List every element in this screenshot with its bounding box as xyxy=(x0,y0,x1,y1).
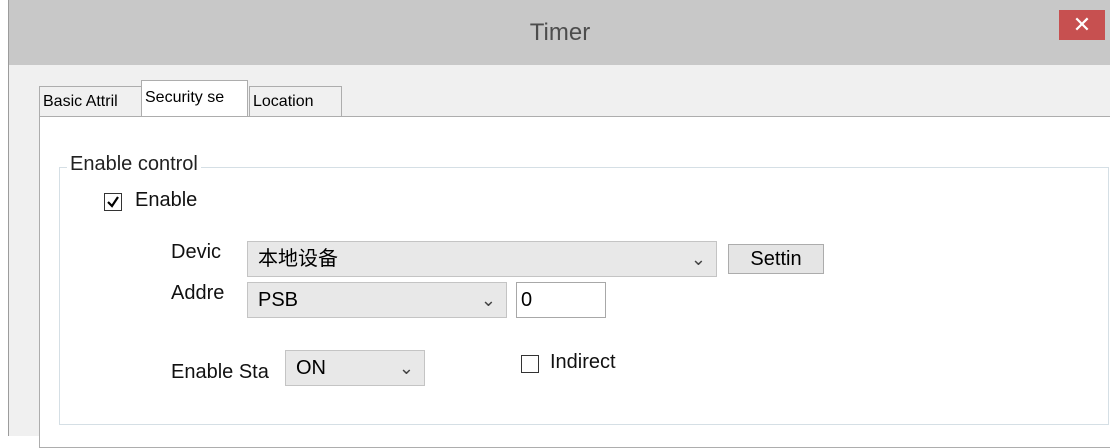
tab-basic-attributes[interactable]: Basic Attril xyxy=(39,86,143,116)
device-select-value: 本地设备 xyxy=(258,248,338,270)
tab-location[interactable]: Location xyxy=(249,86,342,116)
enable-state-label: Enable Sta xyxy=(171,361,269,383)
group-title: Enable control xyxy=(67,153,201,176)
title-bar[interactable]: Timer ✕ xyxy=(9,0,1110,65)
close-icon: ✕ xyxy=(1072,12,1092,37)
indirect-label: Indirect xyxy=(550,351,616,373)
chevron-down-icon: ⌄ xyxy=(480,290,496,310)
chevron-down-icon: ⌄ xyxy=(398,358,414,378)
address-label: Addre xyxy=(171,282,225,304)
enable-label: Enable xyxy=(135,189,198,211)
enable-state-value: ON xyxy=(296,357,326,379)
tab-label: Security se xyxy=(145,89,225,106)
security-settings-panel: Enable control Enable Devic 本地设备 ⌄ Setti… xyxy=(39,116,1110,448)
tab-label: Basic Attril xyxy=(43,93,118,110)
device-select[interactable]: 本地设备 ⌄ xyxy=(247,241,717,277)
chevron-down-icon: ⌄ xyxy=(690,249,706,269)
indirect-checkbox[interactable] xyxy=(521,355,539,373)
address-number-input[interactable]: 0 xyxy=(516,282,606,318)
checkmark-icon xyxy=(107,196,119,208)
device-label: Devic xyxy=(171,241,222,263)
enable-state-select[interactable]: ON ⌄ xyxy=(285,350,425,386)
timer-dialog: Timer ✕ Basic Attril Security se Locatio… xyxy=(8,0,1110,448)
close-button[interactable]: ✕ xyxy=(1059,10,1105,40)
dialog-title: Timer xyxy=(529,19,591,46)
tab-label: Location xyxy=(253,93,314,110)
address-type-value: PSB xyxy=(258,289,299,311)
address-type-select[interactable]: PSB ⌄ xyxy=(247,282,507,318)
tab-security-settings[interactable]: Security se xyxy=(141,80,248,116)
enable-checkbox[interactable] xyxy=(104,193,122,211)
settings-button[interactable]: Settin xyxy=(728,244,824,274)
